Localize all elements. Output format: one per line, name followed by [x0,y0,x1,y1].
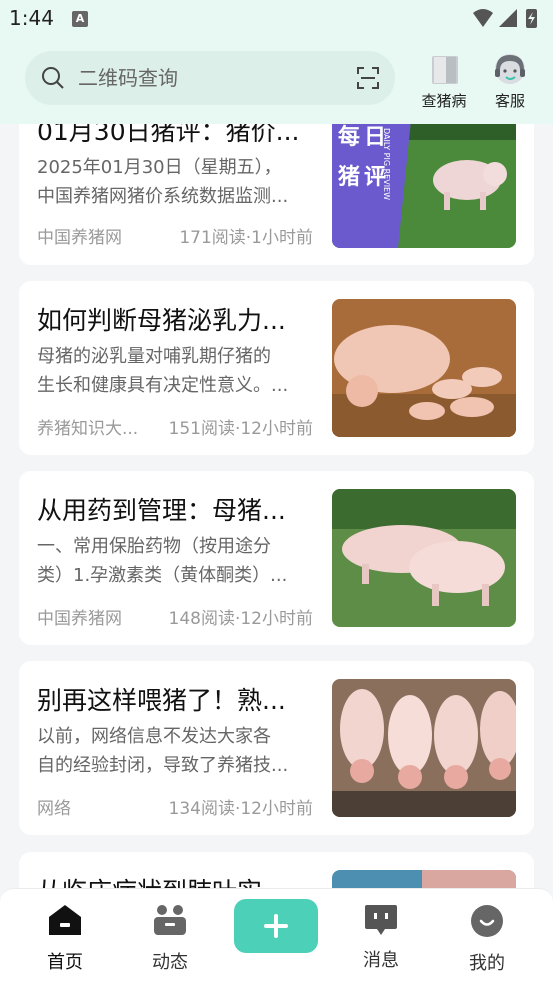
article-source: 中国养猪网 [37,609,122,629]
status-bar: 1:44 A [0,0,553,38]
wifi-icon [473,9,493,27]
article-card[interactable]: 从临床症状到肺叶实 [19,852,534,888]
search-icon [42,67,64,89]
notification-icon: A [72,11,88,27]
article-source: 中国养猪网 [37,228,122,248]
header: 查猪病 客服 [0,38,553,124]
article-thumbnail [332,679,516,817]
nav-home[interactable]: 首页 [25,889,105,984]
bottom-navigation: 首页 动态 消息 我的 [0,888,553,984]
system-status-icons [473,9,537,28]
home-icon [49,905,81,935]
customer-service-button[interactable]: 客服 [485,52,535,112]
customer-service-icon [495,54,525,84]
article-thumbnail [332,870,516,888]
nav-mine[interactable]: 我的 [447,889,527,984]
book-icon [432,56,458,84]
article-source: 网络 [37,799,71,819]
nav-home-label: 首页 [47,952,83,973]
check-disease-label: 查猪病 [421,92,467,110]
article-thumbnail [332,299,516,437]
article-feed[interactable]: 01月30日猪评：猪价... 2025年01月30日（星期五）， 中国养猪网猪价… [0,124,553,888]
article-title: 如何判断母猪泌乳力... [37,306,286,335]
article-source: 养猪知识大... [37,419,139,439]
article-title: 从用药到管理：母猪... [37,496,286,525]
nav-mine-label: 我的 [469,953,505,974]
search-bar[interactable] [25,51,395,105]
nav-messages[interactable]: 消息 [341,889,421,984]
nav-messages-label: 消息 [363,950,399,971]
article-stats: 134阅读·12小时前 [168,799,313,819]
signal-icon [499,9,517,27]
check-disease-button[interactable]: 查猪病 [419,52,469,112]
message-icon [365,905,397,935]
article-stats: 148阅读·12小时前 [168,609,313,629]
article-card[interactable]: 如何判断母猪泌乳力... 母猪的泌乳量对哺乳期仔猪的 生长和健康具有决定性意义。… [19,281,534,455]
status-time: 1:44 [9,6,54,30]
add-post-button[interactable] [234,899,318,953]
article-summary: 以前，网络信息不发达大家各 自的经验封闭，导致了养猪技... [37,726,289,776]
search-input[interactable] [78,65,338,91]
article-summary: 2025年01月30日（星期五）， 中国养猪网猪价系统数据监测... [37,157,289,207]
profile-icon [471,905,503,937]
scan-icon[interactable] [357,67,379,89]
article-summary: 母猪的泌乳量对哺乳期仔猪的 生长和健康具有决定性意义。... [37,346,289,396]
article-title: 01月30日猪评：猪价... [37,124,300,146]
article-card[interactable]: 别再这样喂猪了！熟... 以前，网络信息不发达大家各 自的经验封闭，导致了养猪技… [19,661,534,835]
article-summary: 一、常用保胎药物（按用途分 类）1.孕激素类（黄体酮类）... [37,536,288,586]
nav-feed-label: 动态 [152,952,188,973]
article-stats: 171阅读·1小时前 [179,228,313,248]
article-stats: 151阅读·12小时前 [168,419,313,439]
nav-feed[interactable]: 动态 [130,889,210,984]
article-thumbnail [332,489,516,627]
community-icon [154,905,186,935]
article-title: 别再这样喂猪了！熟... [37,686,286,715]
article-card[interactable]: 01月30日猪评：猪价... 2025年01月30日（星期五）， 中国养猪网猪价… [19,124,534,265]
article-card[interactable]: 从用药到管理：母猪... 一、常用保胎药物（按用途分 类）1.孕激素类（黄体酮类… [19,471,534,645]
customer-service-label: 客服 [494,92,525,110]
thumb-caption-text: DAILY PIG REVIEW [382,128,391,200]
article-title: 从临床症状到肺叶实 [37,872,309,888]
article-thumbnail: 每日猪评 DAILY PIG REVIEW [332,124,516,248]
